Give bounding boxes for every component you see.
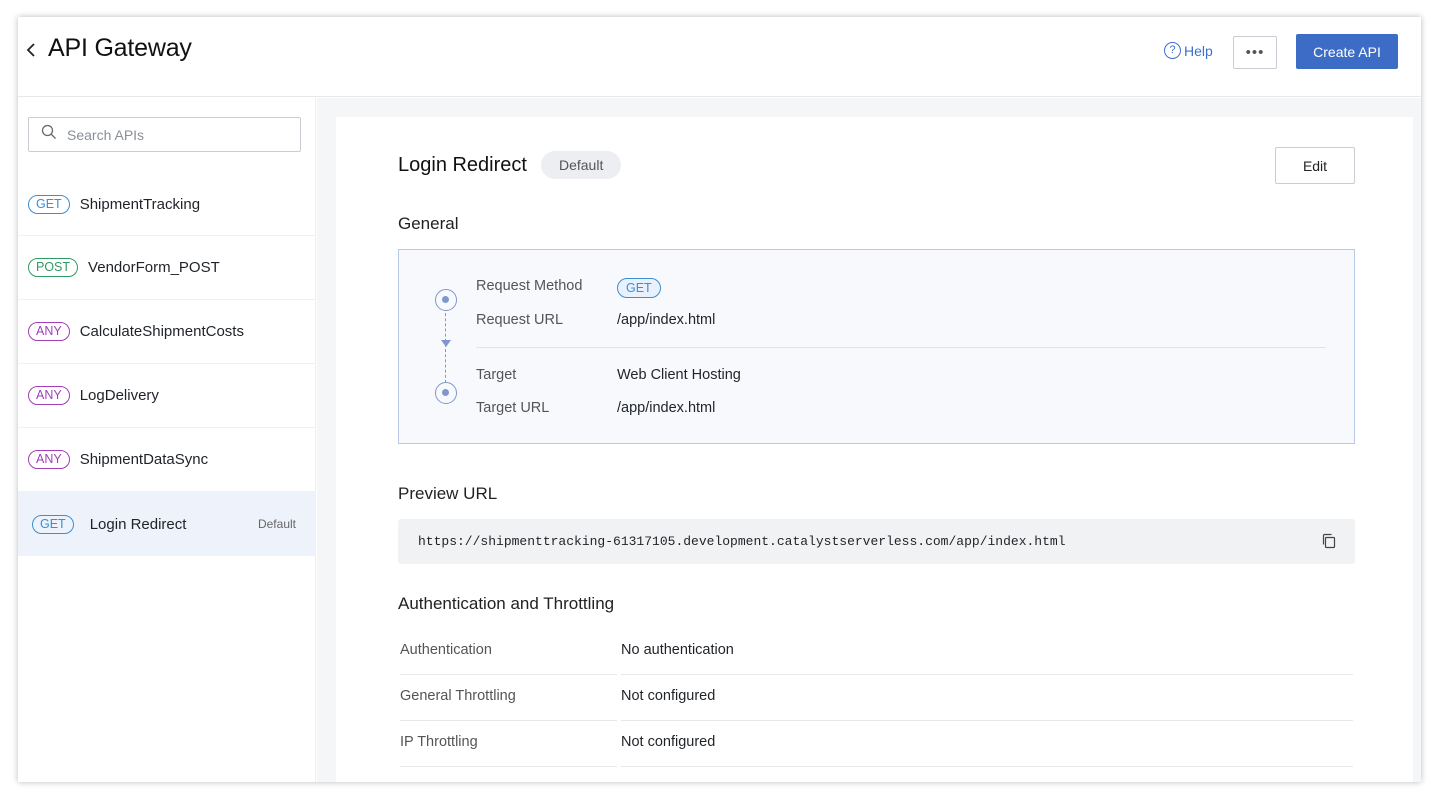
api-detail-card: Login Redirect Default Edit General Requ… (336, 117, 1413, 782)
default-badge: Default (257, 517, 296, 531)
auth-row: IP Throttling Not configured (398, 721, 1355, 767)
search-icon (41, 124, 57, 145)
api-item-shipmentdatasync[interactable]: ANY ShipmentDataSync (18, 428, 316, 492)
preview-section-title: Preview URL (398, 484, 498, 503)
api-item-calculateshipmentcosts[interactable]: ANY CalculateShipmentCosts (18, 300, 316, 364)
top-bar: API Gateway ? Help ••• Create API (18, 17, 1421, 97)
api-name: ShipmentTracking (79, 196, 201, 213)
target-url-value: /app/index.html (617, 400, 716, 416)
preview-url[interactable]: https://shipmenttracking-61317105.develo… (418, 534, 1066, 549)
target-value: Web Client Hosting (617, 367, 741, 383)
chevron-left-icon[interactable] (22, 39, 40, 61)
auth-label: IP Throttling (400, 734, 478, 750)
method-badge: POST (28, 258, 79, 277)
help-label: Help (1184, 42, 1213, 59)
api-name: CalculateShipmentCosts (79, 323, 244, 340)
api-item-vendorform-post[interactable]: POST VendorForm_POST (18, 236, 316, 300)
api-name: ShipmentDataSync (79, 451, 209, 468)
target-url-label: Target URL (476, 400, 550, 416)
method-badge: ANY (28, 450, 70, 469)
general-section-title: General (398, 214, 459, 233)
method-badge: ANY (28, 322, 70, 341)
request-url-label: Request URL (476, 312, 564, 328)
create-api-button[interactable]: Create API (1296, 34, 1398, 69)
help-link[interactable]: ? Help (1164, 42, 1213, 59)
auth-table: Authentication No authentication General… (398, 629, 1355, 767)
flow-connector (445, 308, 446, 388)
api-name: Login Redirect (89, 515, 187, 533)
api-item-logdelivery[interactable]: ANY LogDelivery (18, 364, 316, 428)
general-box: Request Method GET Request URL /app/inde… (398, 249, 1355, 444)
row-divider (400, 766, 617, 767)
target-label: Target (476, 367, 517, 383)
search-input[interactable] (67, 126, 267, 143)
row-divider (621, 766, 1353, 767)
api-sidebar: GET ShipmentTracking POST VendorForm_POS… (18, 98, 316, 782)
auth-row: Authentication No authentication (398, 629, 1355, 675)
auth-label: Authentication (400, 642, 492, 658)
request-url-value: /app/index.html (617, 312, 716, 328)
detail-header: Login Redirect Default (398, 151, 622, 179)
api-name: LogDelivery (79, 387, 159, 404)
api-item-shipmenttracking[interactable]: GET ShipmentTracking (18, 174, 316, 236)
method-badge: GET (32, 514, 74, 534)
request-method-label: Request Method (476, 278, 583, 294)
help-icon: ? (1164, 42, 1181, 59)
detail-title: Login Redirect (398, 153, 527, 176)
app-window: API Gateway ? Help ••• Create API GET Sh… (18, 17, 1421, 782)
preview-url-box: https://shipmenttracking-61317105.develo… (398, 519, 1355, 564)
api-list: GET ShipmentTracking POST VendorForm_POS… (18, 174, 316, 556)
edit-button[interactable]: Edit (1275, 147, 1355, 184)
target-node-icon (435, 382, 457, 404)
more-options-button[interactable]: ••• (1233, 36, 1277, 69)
general-divider (476, 347, 1326, 348)
auth-row: General Throttling Not configured (398, 675, 1355, 721)
auth-section-title: Authentication and Throttling (398, 594, 615, 613)
auth-value: Not configured (621, 734, 716, 750)
request-method-value: GET (617, 278, 661, 298)
auth-value: Not configured (621, 688, 716, 704)
search-box[interactable] (28, 117, 301, 152)
auth-label: General Throttling (400, 688, 516, 704)
page-title: API Gateway (48, 34, 192, 62)
method-badge: ANY (28, 386, 70, 405)
arrow-down-icon (441, 340, 451, 347)
copy-icon[interactable] (1321, 533, 1337, 549)
api-item-login-redirect[interactable]: GET Login Redirect Default (18, 492, 316, 556)
api-name: VendorForm_POST (88, 259, 220, 276)
method-badge: GET (28, 195, 70, 214)
default-pill: Default (540, 151, 622, 179)
auth-value: No authentication (621, 642, 734, 658)
request-node-icon (435, 289, 457, 311)
